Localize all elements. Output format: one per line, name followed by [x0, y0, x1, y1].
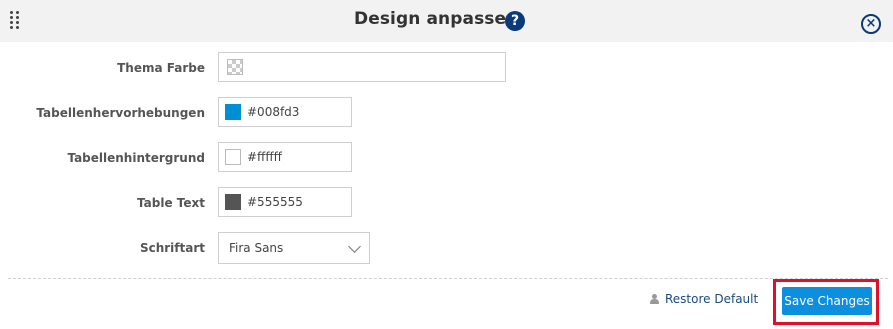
table-highlight-field[interactable]: #008fd3 — [218, 97, 352, 127]
save-changes-button[interactable]: Save Changes — [782, 287, 872, 315]
table-background-field[interactable]: #ffffff — [218, 142, 352, 172]
table-text-value: #555555 — [247, 195, 303, 209]
theme-color-field[interactable] — [218, 52, 506, 82]
close-icon[interactable]: × — [861, 14, 881, 34]
table-background-swatch[interactable] — [225, 149, 241, 165]
restore-default-link[interactable]: Restore Default — [665, 292, 758, 306]
table-highlight-value: #008fd3 — [247, 105, 300, 119]
dialog-header: Design anpassen ? × — [0, 0, 893, 42]
theme-color-swatch[interactable] — [227, 59, 243, 75]
dialog-title: Design anpassen — [354, 9, 519, 29]
table-text-field[interactable]: #555555 — [218, 187, 352, 217]
drag-handle-icon[interactable] — [10, 11, 22, 29]
font-label: Schriftart — [139, 241, 205, 255]
table-background-label: Tabellenhintergrund — [67, 151, 205, 165]
table-text-swatch[interactable] — [225, 194, 241, 210]
theme-color-label: Thema Farbe — [117, 61, 205, 75]
font-select-value: Fira Sans — [229, 241, 284, 255]
table-highlight-label: Tabellenhervorhebungen — [36, 106, 205, 120]
font-select[interactable]: Fira Sans — [218, 232, 370, 264]
footer-divider — [8, 278, 888, 279]
help-icon[interactable]: ? — [505, 11, 525, 31]
chevron-down-icon — [348, 240, 361, 253]
user-icon — [650, 294, 659, 304]
table-highlight-swatch[interactable] — [225, 104, 241, 120]
table-background-value: #ffffff — [247, 150, 282, 164]
table-text-label: Table Text — [137, 196, 205, 210]
